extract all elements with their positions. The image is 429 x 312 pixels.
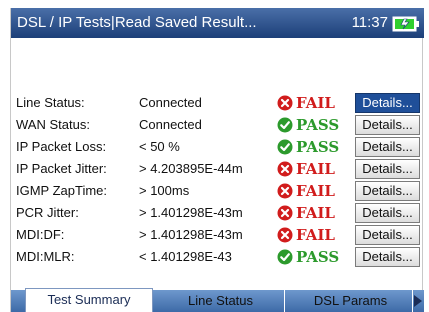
status-text: FAIL xyxy=(296,94,335,112)
status-text: PASS xyxy=(296,116,340,134)
fail-x-icon xyxy=(277,95,293,111)
details-button[interactable]: Details... xyxy=(355,93,420,113)
status-badge: FAIL xyxy=(277,159,351,179)
status-badge: PASS xyxy=(277,115,351,135)
chevron-right-icon[interactable] xyxy=(414,295,422,307)
result-label: PCR Jitter: xyxy=(16,205,79,220)
details-button[interactable]: Details... xyxy=(355,225,420,245)
pass-check-icon xyxy=(277,117,293,133)
fail-x-icon xyxy=(277,227,293,243)
result-label: Line Status: xyxy=(16,95,85,110)
result-label: IP Packet Loss: xyxy=(16,139,107,154)
result-label: IP Packet Jitter: xyxy=(16,161,107,176)
result-label: IGMP ZapTime: xyxy=(16,183,108,198)
status-text: PASS xyxy=(296,138,340,156)
result-label: MDI:MLR: xyxy=(16,249,75,264)
status-text: FAIL xyxy=(296,160,335,178)
result-value: Connected xyxy=(139,95,202,110)
tab-test-summary[interactable]: Test Summary xyxy=(25,288,153,312)
pass-check-icon xyxy=(277,139,293,155)
window-title: DSL / IP Tests|Read Saved Result... xyxy=(17,14,257,31)
result-value: > 1.401298E-43m xyxy=(139,205,243,220)
status-badge: FAIL xyxy=(277,225,351,245)
result-value: < 50 % xyxy=(139,139,180,154)
details-button[interactable]: Details... xyxy=(355,137,420,157)
status-text: FAIL xyxy=(296,204,335,222)
result-row: WAN Status: Connected PASS Details... xyxy=(11,114,424,136)
title-bar: DSL / IP Tests|Read Saved Result... 11:3… xyxy=(11,8,424,38)
result-row: IGMP ZapTime: > 100ms FAIL Details... xyxy=(11,180,424,202)
result-value: > 4.203895E-44m xyxy=(139,161,243,176)
battery-icon xyxy=(392,16,419,32)
result-label: WAN Status: xyxy=(16,117,90,132)
result-value: Connected xyxy=(139,117,202,132)
result-value: < 1.401298E-43 xyxy=(139,249,232,264)
status-text: PASS xyxy=(296,248,340,266)
pass-check-icon xyxy=(277,249,293,265)
result-row: PCR Jitter: > 1.401298E-43m FAIL Details... xyxy=(11,202,424,224)
details-button[interactable]: Details... xyxy=(355,159,420,179)
status-badge: FAIL xyxy=(277,93,351,113)
status-badge: FAIL xyxy=(277,203,351,223)
tab-dsl-params[interactable]: DSL Params xyxy=(289,290,413,312)
app-screen: DSL / IP Tests|Read Saved Result... 11:3… xyxy=(10,8,424,312)
status-badge: FAIL xyxy=(277,181,351,201)
fail-x-icon xyxy=(277,205,293,221)
status-text: FAIL xyxy=(296,182,335,200)
details-button[interactable]: Details... xyxy=(355,203,420,223)
status-text: FAIL xyxy=(296,226,335,244)
result-row: Line Status: Connected FAIL Details... xyxy=(11,92,424,114)
result-row: MDI:DF: > 1.401298E-43m FAIL Details... xyxy=(11,224,424,246)
tab-line-status[interactable]: Line Status xyxy=(157,290,285,312)
fail-x-icon xyxy=(277,161,293,177)
tab-bar: Test Summary Line Status DSL Params xyxy=(11,288,424,312)
clock: 11:37 xyxy=(351,14,388,31)
result-value: > 1.401298E-43m xyxy=(139,227,243,242)
fail-x-icon xyxy=(277,183,293,199)
status-badge: PASS xyxy=(277,247,351,267)
details-button[interactable]: Details... xyxy=(355,247,420,267)
status-badge: PASS xyxy=(277,137,351,157)
details-button[interactable]: Details... xyxy=(355,181,420,201)
result-row: IP Packet Loss: < 50 % PASS Details... xyxy=(11,136,424,158)
result-value: > 100ms xyxy=(139,183,190,198)
result-label: MDI:DF: xyxy=(16,227,65,242)
result-row: IP Packet Jitter: > 4.203895E-44m FAIL Deta… xyxy=(11,158,424,180)
details-button[interactable]: Details... xyxy=(355,115,420,135)
result-row: MDI:MLR: < 1.401298E-43 PASS Details... xyxy=(11,246,424,268)
